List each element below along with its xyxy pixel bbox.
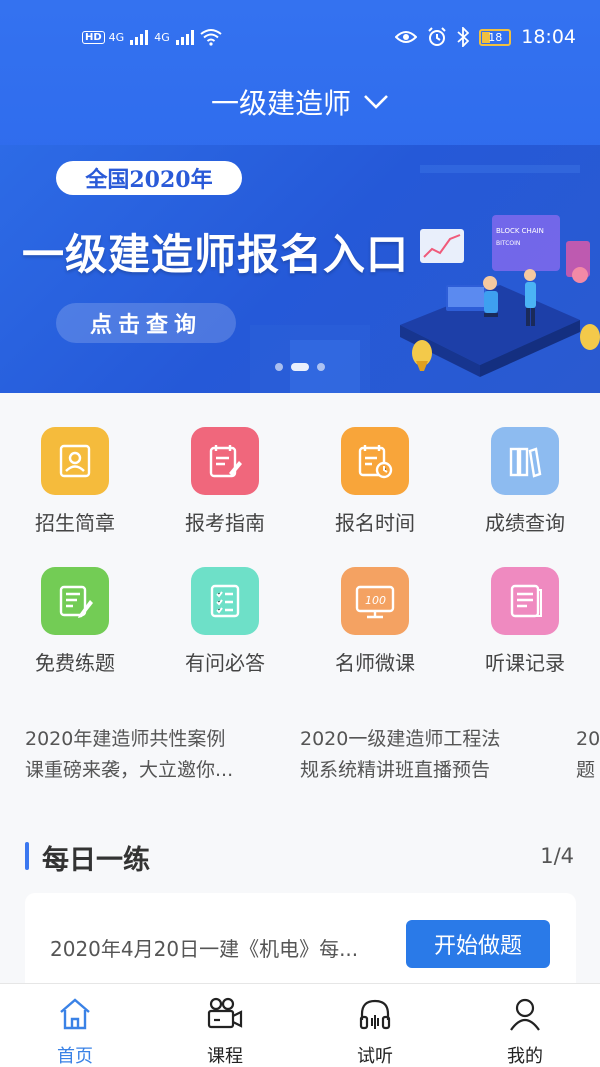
grid-label: 有问必答	[185, 651, 265, 675]
video-camera-icon	[150, 994, 300, 1034]
wifi-icon	[200, 29, 222, 46]
news-line: 课重磅来袭，大立邀你...	[25, 759, 234, 781]
art-label-1: BLOCK CHAIN	[496, 227, 544, 235]
tab-label: 首页	[57, 1046, 93, 1067]
grid-label: 名师微课	[335, 651, 415, 675]
section-page-count: 1/4	[540, 844, 574, 868]
tab-trial[interactable]: 试听	[300, 994, 450, 1067]
signal-icon	[130, 29, 149, 45]
banner-query-button[interactable]: 点击查询	[56, 303, 236, 343]
eye-icon	[395, 31, 418, 43]
page-title: 一级建造师	[210, 87, 351, 120]
calendar-clock-icon	[341, 427, 409, 495]
note-pen-icon	[41, 567, 109, 635]
tab-label: 课程	[207, 1046, 243, 1067]
grid-label: 听课记录	[485, 651, 565, 675]
monitor-number: 100	[365, 594, 386, 607]
grid-label: 报名时间	[335, 511, 415, 535]
grid-label: 招生简章	[35, 511, 115, 535]
news-line: 规系统精讲班直播预告	[300, 759, 491, 781]
books-icon	[491, 427, 559, 495]
news-line: 题	[576, 759, 596, 781]
headphones-icon	[300, 994, 450, 1034]
clock: 18:04	[521, 26, 576, 48]
daily-practice-text: 2020年4月20日一建《机电》每...	[50, 937, 359, 961]
home-icon	[0, 994, 150, 1034]
section-title: 每日一练	[42, 845, 150, 876]
news-item[interactable]: 2020年建造师共性案例 课重磅来袭，大立邀你...	[25, 724, 285, 786]
banner-headline: 一级建造师报名入口	[22, 230, 410, 279]
status-left: HD 4G 4G	[82, 28, 222, 46]
sim1-label: 4G	[108, 30, 125, 44]
feature-grid: 招生简章 报考指南 报名时间 成绩查询 免费练题 有问必答 100 名师微课 听…	[0, 393, 600, 693]
carousel-dot[interactable]	[275, 363, 283, 371]
bottom-tab-bar: 首页 课程 试听 我的	[0, 983, 600, 1067]
status-bar: HD 4G 4G 18 18:04	[0, 0, 600, 72]
carousel-dot-active[interactable]	[291, 363, 309, 371]
tab-profile[interactable]: 我的	[450, 994, 600, 1067]
news-line: 2020年建造师共性案例	[25, 728, 226, 750]
profile-card-icon	[41, 427, 109, 495]
monitor-icon: 100	[341, 567, 409, 635]
grid-item-micro-course[interactable]: 100 名师微课	[300, 567, 450, 676]
promo-banner[interactable]: 全国2020年 一级建造师报名入口 点击查询 BLOCK CHAIN BITCO…	[0, 145, 600, 393]
sim2-label: 4G	[154, 30, 170, 44]
grid-label: 报考指南	[185, 511, 265, 535]
carousel-dots[interactable]	[0, 363, 600, 371]
banner-year-pill: 全国2020年	[56, 161, 242, 195]
start-practice-button[interactable]: 开始做题	[406, 920, 550, 968]
grid-item-free-practice[interactable]: 免费练题	[0, 567, 150, 676]
tab-home[interactable]: 首页	[0, 994, 150, 1067]
battery-level: 18	[488, 30, 503, 44]
news-line: 2020一级建造师工程法	[300, 728, 501, 750]
grid-label: 免费练题	[35, 651, 115, 675]
grid-item-score-query[interactable]: 成绩查询	[450, 427, 600, 536]
user-icon	[450, 994, 600, 1034]
art-label-2: BITCOIN	[496, 240, 520, 247]
news-item[interactable]: 20 题	[576, 724, 600, 786]
grid-label: 成绩查询	[485, 511, 565, 535]
grid-item-registration-time[interactable]: 报名时间	[300, 427, 450, 536]
grid-item-admissions[interactable]: 招生简章	[0, 427, 150, 536]
grid-item-lesson-record[interactable]: 听课记录	[450, 567, 600, 676]
tab-courses[interactable]: 课程	[150, 994, 300, 1067]
chevron-down-icon	[364, 95, 388, 109]
grid-item-qa[interactable]: 有问必答	[150, 567, 300, 676]
notebook-icon	[491, 567, 559, 635]
daily-practice-card[interactable]: 2020年4月20日一建《机电》每... 开始做题	[25, 893, 576, 993]
exam-selector[interactable]: 一级建造师	[0, 82, 600, 122]
bluetooth-icon	[457, 27, 470, 47]
news-item[interactable]: 2020一级建造师工程法 规系统精讲班直播预告	[300, 724, 560, 786]
header: HD 4G 4G 18 18:04 一级建造师 全国2020年 一级建造师报名入…	[0, 0, 600, 393]
carousel-dot[interactable]	[317, 363, 325, 371]
news-scroller[interactable]: 2020年建造师共性案例 课重磅来袭，大立邀你... 2020一级建造师工程法 …	[0, 724, 600, 794]
grid-item-guide[interactable]: 报考指南	[150, 427, 300, 536]
hd-badge: HD	[82, 30, 105, 44]
signal-icon-2	[175, 29, 194, 45]
status-right: 18 18:04	[395, 26, 576, 48]
news-line: 20	[576, 728, 600, 750]
section-accent-bar	[25, 842, 29, 870]
tab-label: 我的	[507, 1046, 543, 1067]
tab-label: 试听	[357, 1046, 393, 1067]
battery-icon: 18	[479, 28, 512, 46]
guide-edit-icon	[191, 427, 259, 495]
checklist-icon	[191, 567, 259, 635]
alarm-icon	[428, 27, 446, 46]
